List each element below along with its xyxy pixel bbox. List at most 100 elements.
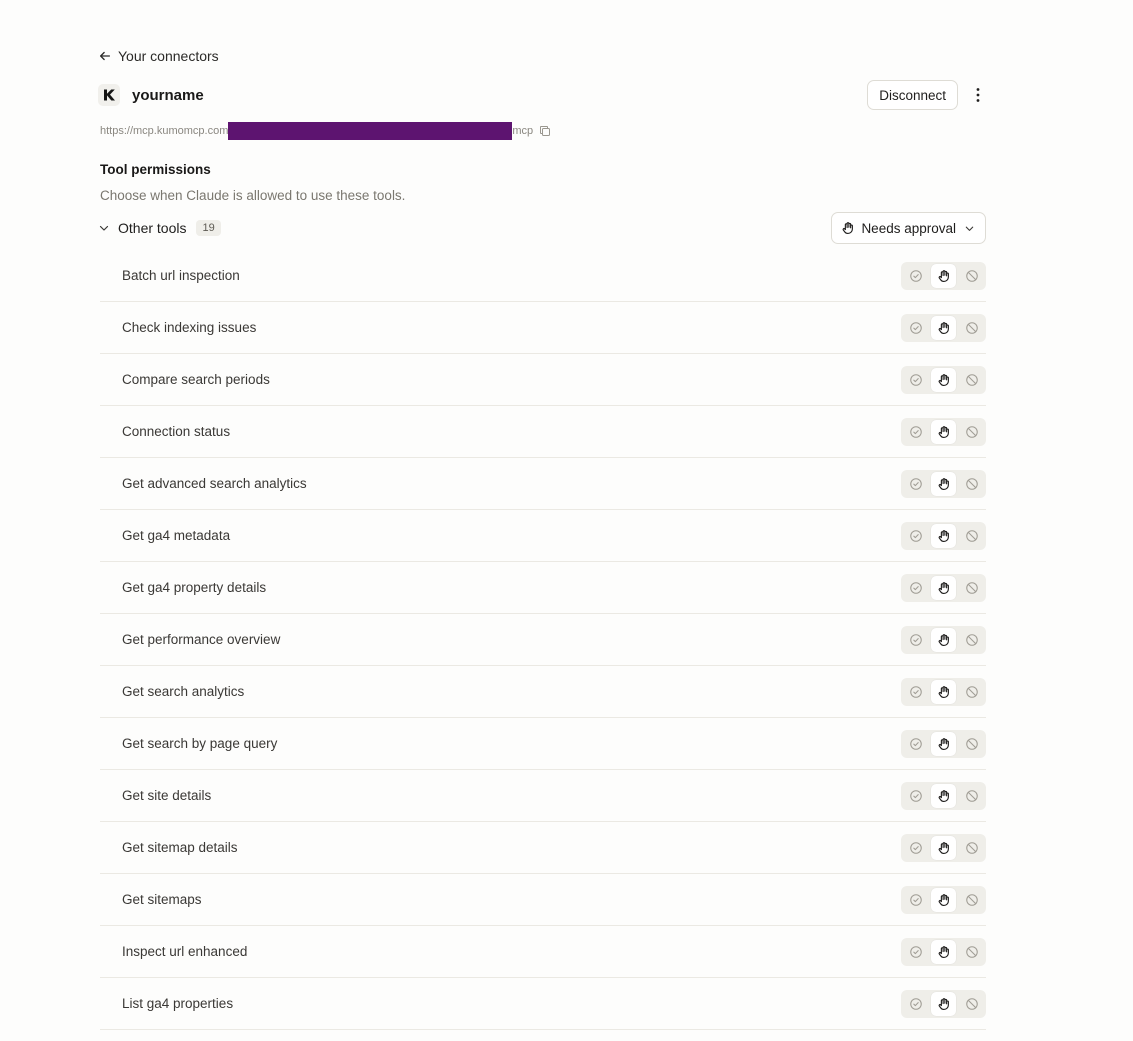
block-option[interactable] [959,888,984,912]
tool-name: Get advanced search analytics [122,476,307,491]
tool-row: Get ga4 metadata [100,510,986,562]
tool-name: Get sitemaps [122,892,202,907]
group-permission-dropdown[interactable]: Needs approval [831,212,986,244]
tool-row [100,1030,986,1041]
block-option[interactable] [959,524,984,548]
always-allow-option[interactable] [903,680,928,704]
always-allow-option[interactable] [903,940,928,964]
block-option[interactable] [959,576,984,600]
check-circle-icon [909,945,922,958]
tool-name: List ga4 properties [122,996,234,1011]
always-allow-option[interactable] [903,368,928,392]
hand-icon [938,581,949,594]
copy-icon[interactable] [539,125,551,137]
disconnect-button[interactable]: Disconnect [867,80,958,110]
always-allow-option[interactable] [903,732,928,756]
connector-url: https://mcp.kumomcp.com mcp [100,122,551,140]
tool-permission-selector [901,417,986,446]
check-circle-icon [909,425,922,438]
other-tools-label: Other tools [118,220,187,236]
always-allow-option[interactable] [903,524,928,548]
back-to-connectors-link[interactable]: Your connectors [98,46,219,66]
block-option[interactable] [959,836,984,860]
check-circle-icon [909,321,922,334]
needs-approval-option[interactable] [931,367,956,392]
always-allow-option[interactable] [903,992,928,1016]
hand-icon [938,945,949,958]
block-icon [965,997,978,1010]
always-allow-option[interactable] [903,576,928,600]
needs-approval-option[interactable] [931,575,956,600]
needs-approval-option[interactable] [931,263,956,288]
hand-icon [938,529,949,542]
tool-permissions-title: Tool permissions [100,162,211,177]
check-circle-icon [909,737,922,750]
block-option[interactable] [959,628,984,652]
block-option[interactable] [959,680,984,704]
needs-approval-option[interactable] [931,783,956,808]
always-allow-option[interactable] [903,264,928,288]
chevron-down-icon [99,225,109,231]
block-icon [965,477,978,490]
url-prefix: https://mcp.kumomcp.com [100,125,229,137]
needs-approval-option[interactable] [931,419,956,444]
arrow-left-icon [99,51,111,61]
always-allow-option[interactable] [903,628,928,652]
hand-icon [938,789,949,802]
hand-icon [938,893,949,906]
hand-icon [938,633,949,646]
block-option[interactable] [959,368,984,392]
block-option[interactable] [959,264,984,288]
tool-permission-selector [901,261,986,290]
tool-permission-selector [901,781,986,810]
check-circle-icon [909,633,922,646]
block-option[interactable] [959,992,984,1016]
block-option[interactable] [959,420,984,444]
block-option[interactable] [959,316,984,340]
tool-row: Get sitemap details [100,822,986,874]
needs-approval-option[interactable] [931,627,956,652]
block-icon [965,737,978,750]
other-tools-toggle[interactable]: Other tools 19 [98,220,831,236]
check-circle-icon [909,477,922,490]
block-option[interactable] [959,940,984,964]
hand-icon [843,222,854,234]
tool-name: Get ga4 metadata [122,528,231,543]
block-icon [965,789,978,802]
always-allow-option[interactable] [903,888,928,912]
tool-row: Inspect url enhanced [100,926,986,978]
always-allow-option[interactable] [903,784,928,808]
tool-row: Get sitemaps [100,874,986,926]
needs-approval-option[interactable] [931,315,956,340]
block-icon [965,841,978,854]
always-allow-option[interactable] [903,420,928,444]
needs-approval-option[interactable] [931,731,956,756]
tool-row: Compare search periods [100,354,986,406]
block-option[interactable] [959,784,984,808]
more-options-button[interactable] [970,80,986,110]
tool-permission-selector [901,989,986,1018]
block-option[interactable] [959,472,984,496]
needs-approval-option[interactable] [931,471,956,496]
hand-icon [938,841,949,854]
needs-approval-option[interactable] [931,523,956,548]
always-allow-option[interactable] [903,316,928,340]
tool-name: Connection status [122,424,231,439]
tool-permission-selector [901,625,986,654]
tool-permission-selector [901,365,986,394]
always-allow-option[interactable] [903,836,928,860]
check-circle-icon [909,373,922,386]
needs-approval-option[interactable] [931,679,956,704]
needs-approval-option[interactable] [931,835,956,860]
tool-row: Get search analytics [100,666,986,718]
hand-icon [938,685,949,698]
needs-approval-option[interactable] [931,939,956,964]
check-circle-icon [909,789,922,802]
always-allow-option[interactable] [903,472,928,496]
block-option[interactable] [959,732,984,756]
block-icon [965,893,978,906]
needs-approval-option[interactable] [931,991,956,1016]
kumo-logo-icon [104,89,115,101]
tool-name: Get ga4 property details [122,580,267,595]
needs-approval-option[interactable] [931,887,956,912]
